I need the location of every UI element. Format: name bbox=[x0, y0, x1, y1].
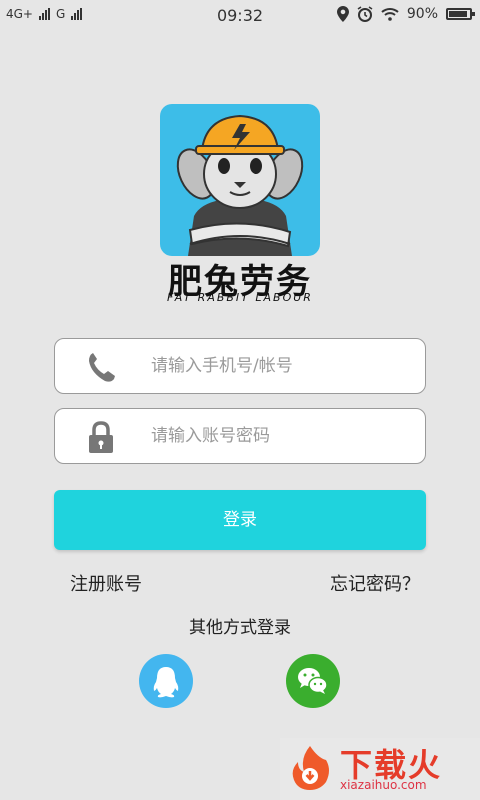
login-button[interactable]: 登录 bbox=[54, 490, 426, 550]
battery-percent: 90% bbox=[406, 6, 438, 22]
battery-fill bbox=[449, 11, 467, 17]
watermark: 下载火 xiazaihuo.com bbox=[280, 738, 480, 800]
wechat-icon bbox=[298, 668, 328, 694]
forgot-password-link[interactable]: 忘记密码？ bbox=[330, 570, 420, 596]
status-right: 90% bbox=[336, 6, 475, 22]
password-input[interactable] bbox=[151, 409, 411, 463]
rabbit-mascot-icon bbox=[176, 114, 304, 256]
phone-field[interactable] bbox=[54, 338, 426, 394]
wifi-icon bbox=[381, 8, 399, 21]
register-link[interactable]: 注册账号 bbox=[70, 570, 142, 596]
flame-logo-icon bbox=[292, 746, 329, 790]
phone-icon bbox=[89, 353, 115, 382]
qq-login-button[interactable] bbox=[139, 654, 193, 708]
password-field[interactable] bbox=[54, 408, 426, 464]
brand-name-en: FAT RABBIT LABOUR bbox=[167, 291, 313, 304]
other-login-title: 其他方式登录 bbox=[189, 618, 291, 638]
status-bar: 4G+ G 09:32 90% bbox=[0, 0, 480, 32]
alarm-icon bbox=[357, 6, 373, 22]
phone-input[interactable] bbox=[151, 339, 411, 393]
lock-icon bbox=[89, 421, 113, 453]
qq-icon bbox=[153, 667, 179, 698]
wechat-login-button[interactable] bbox=[286, 654, 340, 708]
watermark-url: xiazaihuo.com bbox=[340, 778, 427, 792]
battery-icon bbox=[446, 8, 475, 20]
app-logo bbox=[160, 104, 320, 256]
location-icon bbox=[336, 6, 349, 22]
